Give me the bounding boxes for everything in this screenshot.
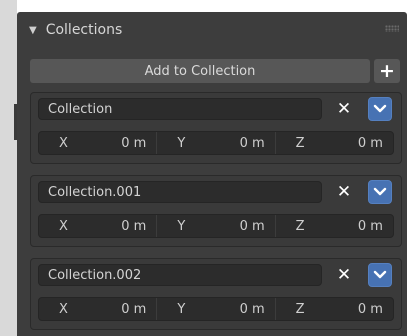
offset-fields: X 0 m Y 0 m Z 0 m <box>38 297 394 321</box>
axis-label: Z <box>295 135 305 151</box>
collection-name-field[interactable]: Collection.001 <box>38 181 322 203</box>
add-row: Add to Collection + <box>30 59 400 83</box>
axis-value: 0 m <box>357 301 383 317</box>
collection-name-field[interactable]: Collection <box>38 98 322 120</box>
offset-x-field[interactable]: X 0 m <box>39 298 158 320</box>
axis-label: X <box>59 135 68 151</box>
panel-header[interactable]: ▼ Collections <box>17 12 407 48</box>
collection-name-field[interactable]: Collection.002 <box>38 264 322 286</box>
axis-label: Y <box>177 218 186 234</box>
offset-x-field[interactable]: X 0 m <box>39 215 158 237</box>
axis-label: Z <box>295 218 305 234</box>
axis-label: Y <box>177 135 186 151</box>
drag-grip-icon[interactable] <box>385 25 399 32</box>
offset-fields: X 0 m Y 0 m Z 0 m <box>38 131 394 155</box>
axis-label: Z <box>295 301 305 317</box>
axis-value: 0 m <box>239 218 265 234</box>
axis-value: 0 m <box>239 301 265 317</box>
collection-item: Collection.002 ✕ X 0 m Y 0 m Z 0 m <box>30 258 402 330</box>
chevron-down-icon <box>373 104 387 113</box>
left-edge-region <box>0 0 17 336</box>
axis-value: 0 m <box>121 135 147 151</box>
triangle-down-icon[interactable]: ▼ <box>29 25 37 36</box>
panel-title: Collections <box>45 22 123 38</box>
collection-item: Collection.001 ✕ X 0 m Y 0 m Z 0 m <box>30 175 402 247</box>
axis-value: 0 m <box>121 301 147 317</box>
offset-y-field[interactable]: Y 0 m <box>157 132 276 154</box>
collection-menu-button[interactable] <box>368 180 392 204</box>
offset-x-field[interactable]: X 0 m <box>39 132 158 154</box>
chevron-down-icon <box>373 270 387 279</box>
axis-label: X <box>59 218 68 234</box>
offset-z-field[interactable]: Z 0 m <box>276 298 393 320</box>
collections-panel: ▼ Collections Add to Collection + Collec… <box>17 12 407 336</box>
collection-item: Collection ✕ X 0 m Y 0 m Z 0 m <box>30 92 402 164</box>
axis-value: 0 m <box>357 218 383 234</box>
remove-collection-button[interactable]: ✕ <box>335 98 353 120</box>
axis-value: 0 m <box>121 218 147 234</box>
axis-label: X <box>59 301 68 317</box>
chevron-down-icon <box>373 187 387 196</box>
offset-fields: X 0 m Y 0 m Z 0 m <box>38 214 394 238</box>
offset-y-field[interactable]: Y 0 m <box>157 298 276 320</box>
add-to-collection-button[interactable]: Add to Collection <box>30 59 370 83</box>
axis-value: 0 m <box>357 135 383 151</box>
axis-value: 0 m <box>239 135 265 151</box>
remove-collection-button[interactable]: ✕ <box>335 181 353 203</box>
offset-y-field[interactable]: Y 0 m <box>157 215 276 237</box>
collection-menu-button[interactable] <box>368 97 392 121</box>
add-collection-plus-button[interactable]: + <box>374 59 400 83</box>
offset-z-field[interactable]: Z 0 m <box>276 215 393 237</box>
offset-z-field[interactable]: Z 0 m <box>276 132 393 154</box>
remove-collection-button[interactable]: ✕ <box>335 264 353 286</box>
collection-menu-button[interactable] <box>368 263 392 287</box>
axis-label: Y <box>177 301 186 317</box>
